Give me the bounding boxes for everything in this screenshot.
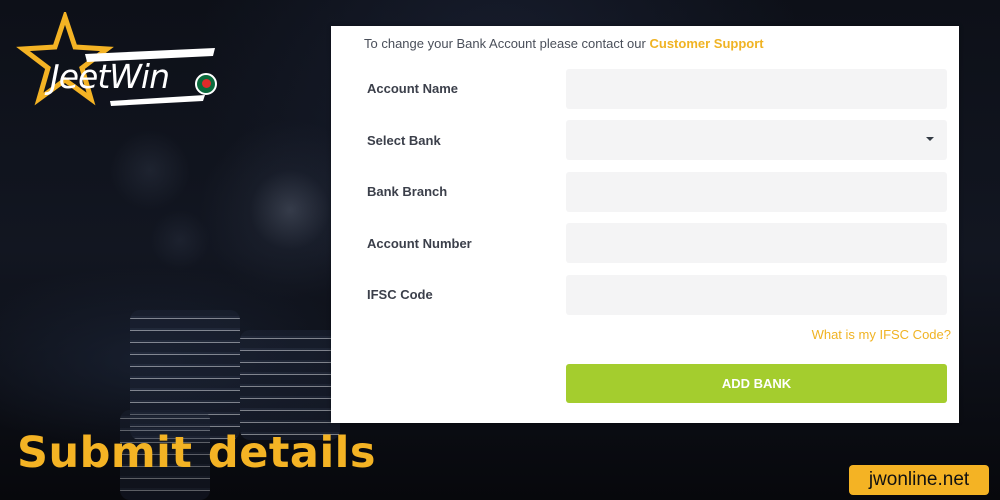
ifsc-code-input[interactable] [566,275,947,315]
chip-stack [240,330,340,440]
select-bank-dropdown[interactable] [566,120,947,160]
jeetwin-logo: JeetWin [15,12,225,112]
ifsc-code-label: IFSC Code [367,287,433,302]
customer-support-link[interactable]: Customer Support [649,36,763,51]
bangladesh-flag-icon [195,73,217,95]
account-name-label: Account Name [367,81,459,96]
bank-branch-label: Bank Branch [367,184,448,199]
notice-text: To change your Bank Account please conta… [364,36,646,51]
account-name-input[interactable] [566,69,947,109]
add-bank-button[interactable]: ADD BANK [566,364,947,403]
account-number-label: Account Number [367,236,472,251]
account-number-input[interactable] [566,223,947,263]
logo-wordmark: JeetWin [50,57,170,96]
ifsc-help-link[interactable]: What is my IFSC Code? [812,327,951,342]
chevron-down-icon[interactable] [926,137,934,141]
support-notice: To change your Bank Account please conta… [364,36,764,51]
bank-branch-input[interactable] [566,172,947,212]
site-badge: jwonline.net [849,465,989,495]
select-bank-label: Select Bank [367,133,441,148]
add-bank-form: To change your Bank Account please conta… [331,26,959,423]
caption-title: Submit details [17,428,377,478]
